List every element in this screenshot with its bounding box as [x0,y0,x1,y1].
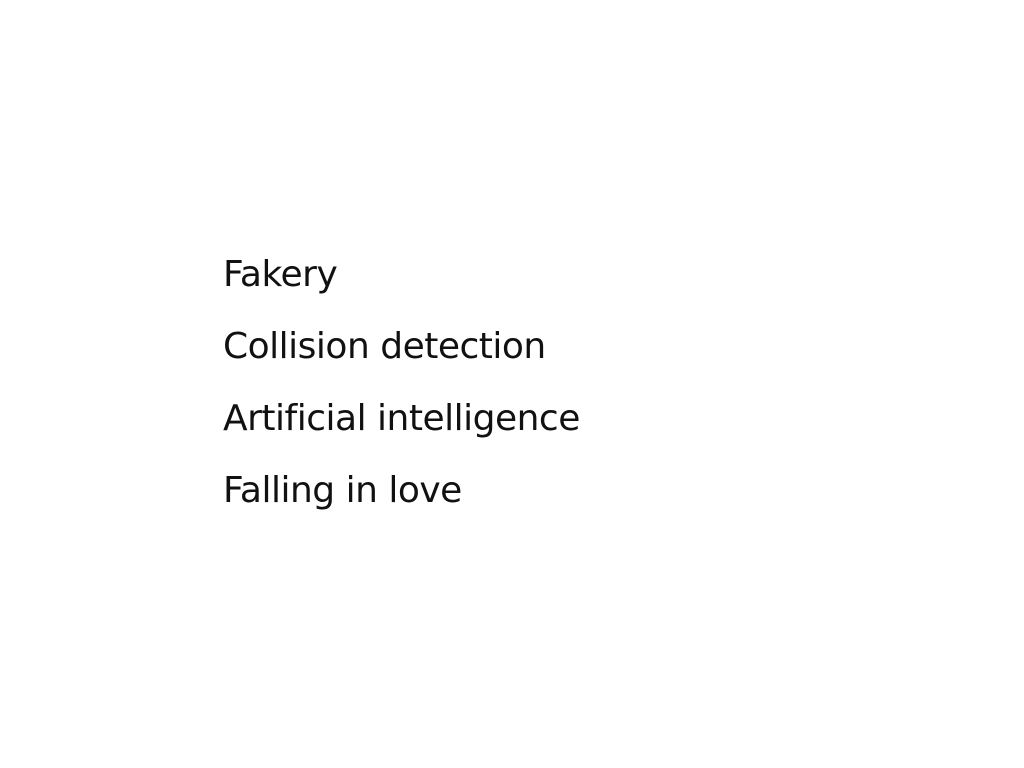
list-item-falling-in-love: Falling in love [223,470,462,511]
item-list: Fakery Collision detection Artificial in… [223,251,580,539]
list-item-artificial-intelligence: Artificial intelligence [223,398,580,439]
list-item-fakery: Fakery [223,254,338,295]
slide: Fakery Collision detection Artificial in… [0,0,1024,768]
list-item-collision-detection: Collision detection [223,326,546,367]
